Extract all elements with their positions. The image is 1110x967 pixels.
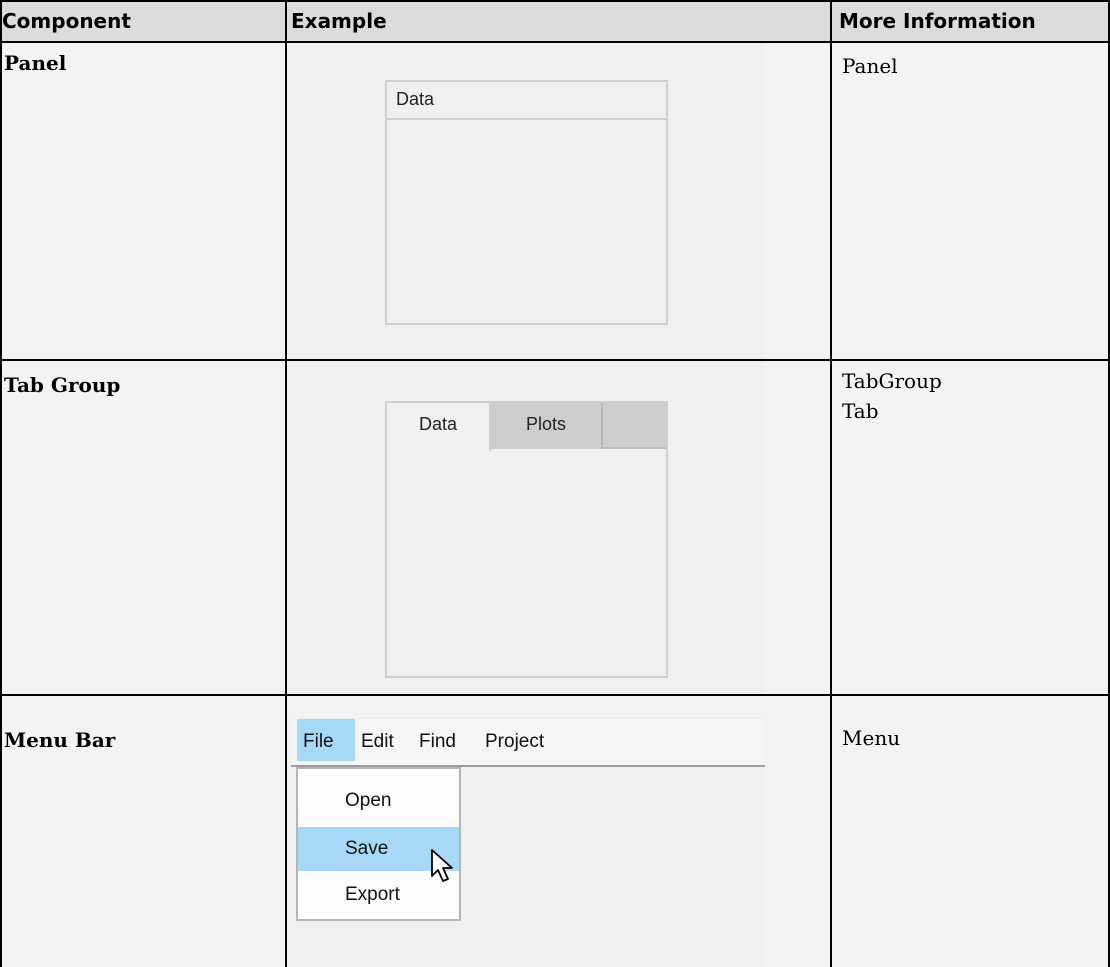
row-tabgroup-component: Tab Group (4, 373, 121, 397)
tab-plots[interactable]: Plots (491, 403, 603, 449)
more-info-link-tab[interactable]: Tab (842, 396, 942, 426)
panel-widget: Data (385, 80, 668, 325)
menu-edit[interactable]: Edit (361, 719, 409, 761)
header-cell-component: Component (0, 0, 285, 41)
row-panel-component: Panel (4, 51, 67, 75)
tabgroup-widget: Data Plots (385, 401, 668, 678)
header-component-label: Component (2, 9, 131, 33)
menu-project[interactable]: Project (485, 719, 565, 761)
row-menubar-more-info: Menu (842, 723, 900, 753)
file-dropdown-menu: Open Save Export (296, 767, 461, 921)
panel-title: Data (387, 82, 666, 120)
header-more-info-label: More Information (839, 9, 1036, 33)
menu-file[interactable]: File (297, 719, 355, 761)
menu-bar: File Edit Find Project (291, 719, 765, 767)
menubar-example: File Edit Find Project Open Save Export (289, 717, 765, 967)
more-info-link-tabgroup[interactable]: TabGroup (842, 366, 942, 396)
grid-line-col1 (285, 0, 287, 967)
row-panel-more-info: Panel (842, 51, 898, 81)
header-cell-more-info: More Information (832, 0, 1110, 41)
tab-data[interactable]: Data (387, 403, 491, 451)
menu-find[interactable]: Find (419, 719, 475, 761)
grid-line-row2 (0, 694, 1110, 696)
menu-item-open[interactable]: Open (298, 779, 459, 823)
tabgroup-example: Data Plots (289, 361, 765, 694)
more-info-link-panel[interactable]: Panel (842, 51, 898, 81)
components-table: Component Example More Information Panel… (0, 0, 1110, 967)
row-menubar-component: Menu Bar (4, 728, 116, 752)
grid-line-row1 (0, 359, 1110, 361)
grid-line-header (0, 41, 1110, 43)
header-example-label: Example (291, 9, 387, 33)
grid-line-col2 (830, 0, 832, 967)
more-info-link-menu[interactable]: Menu (842, 723, 900, 753)
row-tabgroup-more-info: TabGroup Tab (842, 366, 942, 426)
header-cell-example: Example (287, 0, 830, 41)
grid-line-left (0, 0, 2, 967)
arrow-cursor-icon (431, 849, 453, 882)
panel-example: Data (289, 43, 765, 359)
grid-line-top (0, 0, 1110, 2)
